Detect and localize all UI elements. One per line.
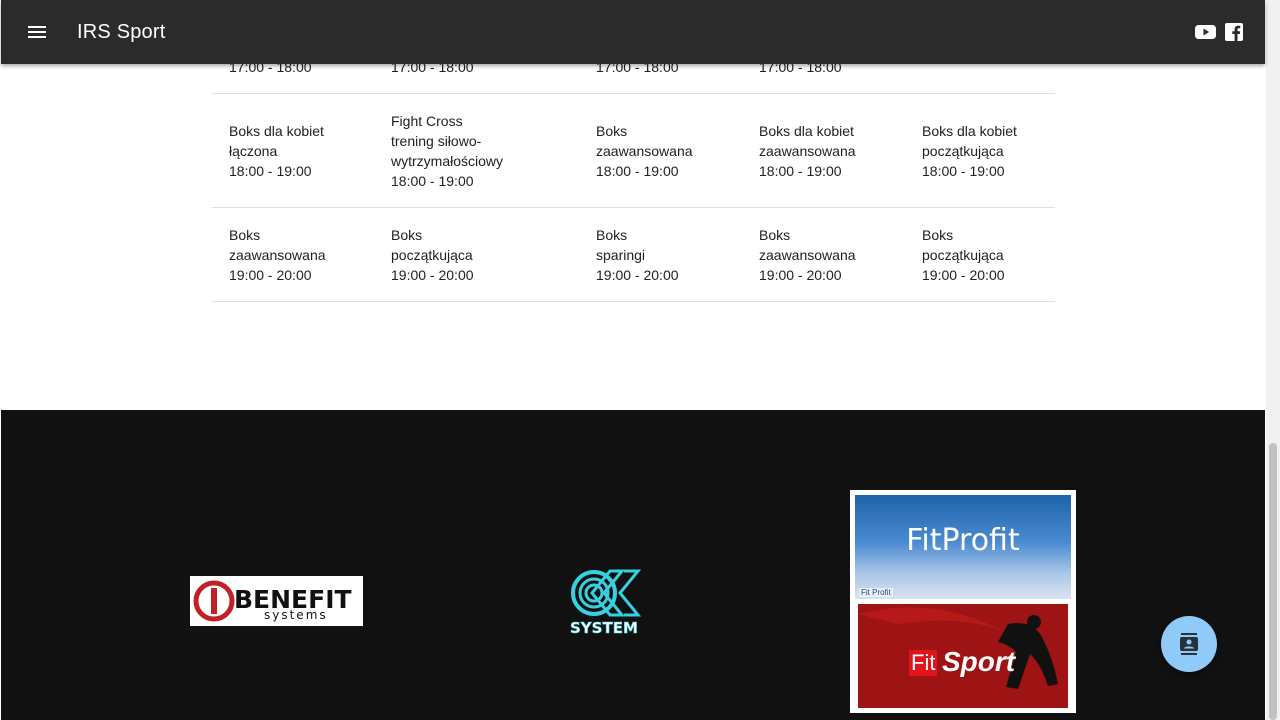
class-time: 18:00 - 19:00 — [922, 163, 1005, 179]
top-app-bar: IRS Sport — [1, 0, 1265, 64]
contact-card-icon — [1180, 633, 1198, 655]
fitsport-banner: Fit Sport — [858, 604, 1068, 708]
class-name: początkująca — [391, 247, 473, 263]
contact-fab-button[interactable] — [1161, 616, 1217, 672]
class-name: Boks — [922, 227, 954, 243]
schedule-cell: Boks sparingi 19:00 - 20:00 — [596, 225, 679, 285]
class-name: łączona — [229, 143, 278, 159]
fitprofit-small-label: Fit Profit — [859, 588, 893, 597]
schedule-cell: Fight Cross trening siłowo-wytrzymałościo… — [391, 111, 503, 191]
class-time: 18:00 - 19:00 — [596, 163, 679, 179]
class-name: Boks dla kobiet — [229, 123, 324, 139]
class-name: trening siłowo- — [391, 133, 482, 149]
benefit-systems-logo[interactable]: BENEFIT systems — [190, 576, 363, 626]
sport-word: Sport — [942, 646, 1016, 677]
class-name: wytrzymałościowy — [391, 153, 504, 169]
ok-system-text: SYSTEM — [570, 619, 638, 637]
class-name: początkująca — [922, 143, 1004, 159]
class-time: 19:00 - 20:00 — [922, 267, 1005, 283]
schedule-cell: Boks dla kobiet łączona 18:00 - 19:00 — [229, 121, 324, 181]
schedule-cell: Boks dla kobiet początkująca 18:00 - 19:00 — [922, 121, 1017, 181]
scrollbar-thumb[interactable] — [1269, 443, 1277, 720]
class-name: Boks dla kobiet — [759, 123, 854, 139]
class-time: 18:00 - 19:00 — [229, 163, 312, 179]
class-name: zaawansowana — [759, 143, 856, 159]
schedule-cell: Boks początkująca 19:00 - 20:00 — [922, 225, 1005, 285]
class-name: sparingi — [596, 247, 646, 263]
scrollbar-track[interactable] — [1266, 0, 1280, 720]
class-time: 18:00 - 19:00 — [391, 173, 474, 189]
fitprofit-title: FitProfit — [906, 523, 1020, 558]
class-time: 18:00 - 19:00 — [759, 163, 842, 179]
schedule-cell: Boks początkująca 19:00 - 20:00 — [391, 225, 474, 285]
class-name: zaawansowana — [229, 247, 326, 263]
schedule-row: Boks dla kobiet łączona 18:00 - 19:00 Fight… — [212, 94, 1055, 208]
schedule-cell: Boks zaawansowana 19:00 - 20:00 — [759, 225, 856, 285]
class-time: 19:00 - 20:00 — [391, 267, 474, 283]
fitprofit-banner: FitProfit Fit Profit — [855, 495, 1071, 599]
class-name: Boks dla kobiet — [922, 123, 1017, 139]
class-time: 19:00 - 20:00 — [759, 267, 842, 283]
class-name: Boks — [391, 227, 423, 243]
class-name: Boks — [596, 123, 628, 139]
class-name: Boks — [596, 227, 628, 243]
class-name: początkująca — [922, 247, 1004, 263]
facebook-icon[interactable] — [1225, 22, 1243, 42]
class-name: zaawansowana — [596, 143, 693, 159]
schedule-cell: Boks zaawansowana 19:00 - 20:00 — [229, 225, 326, 285]
benefit-logo-sub: systems — [264, 608, 328, 622]
class-name: zaawansowana — [759, 247, 856, 263]
fitprofit-fitsport-logo[interactable]: FitProfit Fit Profit Fit Sport — [850, 490, 1076, 713]
youtube-icon[interactable] — [1195, 22, 1216, 42]
schedule-cell: Boks dla kobiet zaawansowana 18:00 - 19:00 — [759, 121, 856, 181]
menu-icon[interactable] — [25, 20, 49, 44]
class-time: 19:00 - 20:00 — [229, 267, 312, 283]
class-name: Boks — [759, 227, 791, 243]
fit-word: Fit — [909, 650, 938, 676]
schedule-row: Boks zaawansowana 19:00 - 20:00 Boks początk… — [212, 208, 1055, 302]
schedule-table: 17:00 - 18:00 17:00 - 18:00 17:00 - 18:00 1… — [212, 44, 1055, 302]
schedule-cell: Boks zaawansowana 18:00 - 19:00 — [596, 121, 693, 181]
class-name: Fight Cross — [391, 113, 463, 129]
app-title[interactable]: IRS Sport — [77, 18, 166, 46]
class-name: Boks — [229, 227, 261, 243]
ok-system-logo[interactable]: SYSTEM — [566, 567, 650, 637]
class-time: 19:00 - 20:00 — [596, 267, 679, 283]
